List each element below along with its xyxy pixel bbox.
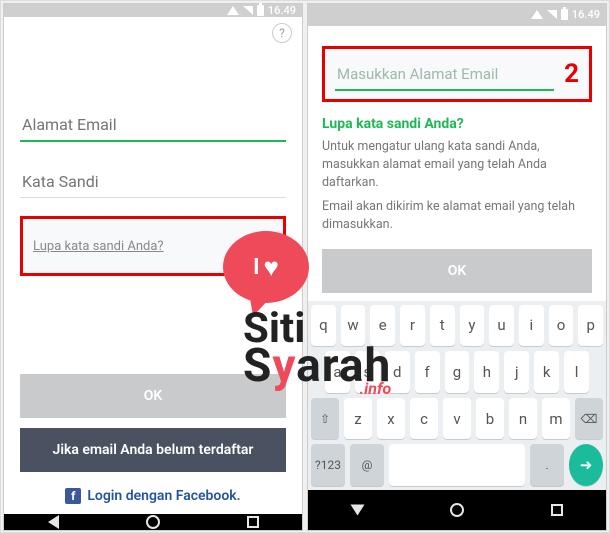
key-b[interactable]: b <box>476 398 504 440</box>
forgot-password-link[interactable]: Lupa kata sandi Anda? <box>33 239 164 254</box>
key-i[interactable]: i <box>519 305 544 347</box>
key-l[interactable]: l <box>564 351 589 393</box>
key-@[interactable]: @ <box>350 444 384 486</box>
forgot-body-2: Email akan dikirim ke alamat email yang … <box>322 198 592 234</box>
watermark-text: Siti Syarah .info <box>243 311 391 395</box>
forgot-password-screen: 2 Lupa kata sandi Anda? Untuk mengatur u… <box>308 26 606 301</box>
facebook-icon: f <box>65 488 81 504</box>
key-space[interactable] <box>389 444 525 486</box>
key-k[interactable]: k <box>534 351 559 393</box>
signal-icon <box>547 10 557 19</box>
heart-icon: ♥ <box>264 252 279 283</box>
home-icon[interactable] <box>146 515 160 529</box>
key-c[interactable]: c <box>410 398 438 440</box>
wifi-icon <box>227 6 239 15</box>
back-icon[interactable] <box>350 505 364 516</box>
password-input[interactable] <box>20 164 286 198</box>
key-o[interactable]: o <box>549 305 574 347</box>
status-bar: 16.49 <box>308 4 606 26</box>
recent-icon[interactable] <box>247 516 259 528</box>
forgot-title: Lupa kata sandi Anda? <box>322 116 592 132</box>
key-x[interactable]: x <box>377 398 405 440</box>
key-p[interactable]: p <box>578 305 603 347</box>
signal-icon <box>243 6 253 15</box>
key-j[interactable]: j <box>504 351 529 393</box>
recovery-email-input[interactable] <box>335 57 554 91</box>
forgot-body-1: Untuk mengatur ulang kata sandi Anda, ma… <box>322 138 592 192</box>
home-icon[interactable] <box>450 503 464 517</box>
key-⌫[interactable]: ⌫ <box>575 398 603 440</box>
register-button[interactable]: Jika email Anda belum terdaftar <box>20 428 286 472</box>
battery-icon <box>257 5 264 16</box>
status-time: 16.49 <box>268 4 296 17</box>
ok-button[interactable]: OK <box>322 249 592 293</box>
key-f[interactable]: f <box>415 351 440 393</box>
annotation-box-2: 2 <box>322 46 592 102</box>
key-r[interactable]: r <box>400 305 425 347</box>
annotation-number: 2 <box>564 59 579 89</box>
status-time: 16.49 <box>572 8 600 21</box>
key-t[interactable]: t <box>430 305 455 347</box>
battery-icon <box>561 9 568 20</box>
facebook-label: Login dengan Facebook. <box>87 488 240 504</box>
key-h[interactable]: h <box>474 351 499 393</box>
status-bar: 16.49 <box>4 4 302 17</box>
help-icon[interactable]: ? <box>272 23 292 43</box>
recent-icon[interactable] <box>551 504 563 516</box>
android-navbar <box>308 490 606 530</box>
watermark-bubble: I♥ <box>223 231 309 303</box>
key-z[interactable]: z <box>344 398 372 440</box>
back-icon[interactable] <box>48 515 59 529</box>
facebook-login-link[interactable]: f Login dengan Facebook. <box>20 488 286 504</box>
key-y[interactable]: y <box>460 305 485 347</box>
phone-right: 16.49 2 Lupa kata sandi Anda? Untuk meng… <box>307 3 607 531</box>
key-?123[interactable]: ?123 <box>311 444 345 486</box>
wifi-icon <box>531 10 543 19</box>
android-navbar <box>4 514 302 530</box>
key-g[interactable]: g <box>445 351 470 393</box>
key-u[interactable]: u <box>489 305 514 347</box>
key-➜[interactable]: ➜ <box>569 444 603 486</box>
key-m[interactable]: m <box>542 398 570 440</box>
key-n[interactable]: n <box>509 398 537 440</box>
email-input[interactable] <box>20 107 286 142</box>
key-⇧[interactable]: ⇧ <box>311 398 339 440</box>
key-.[interactable]: . <box>530 444 564 486</box>
key-v[interactable]: v <box>443 398 471 440</box>
